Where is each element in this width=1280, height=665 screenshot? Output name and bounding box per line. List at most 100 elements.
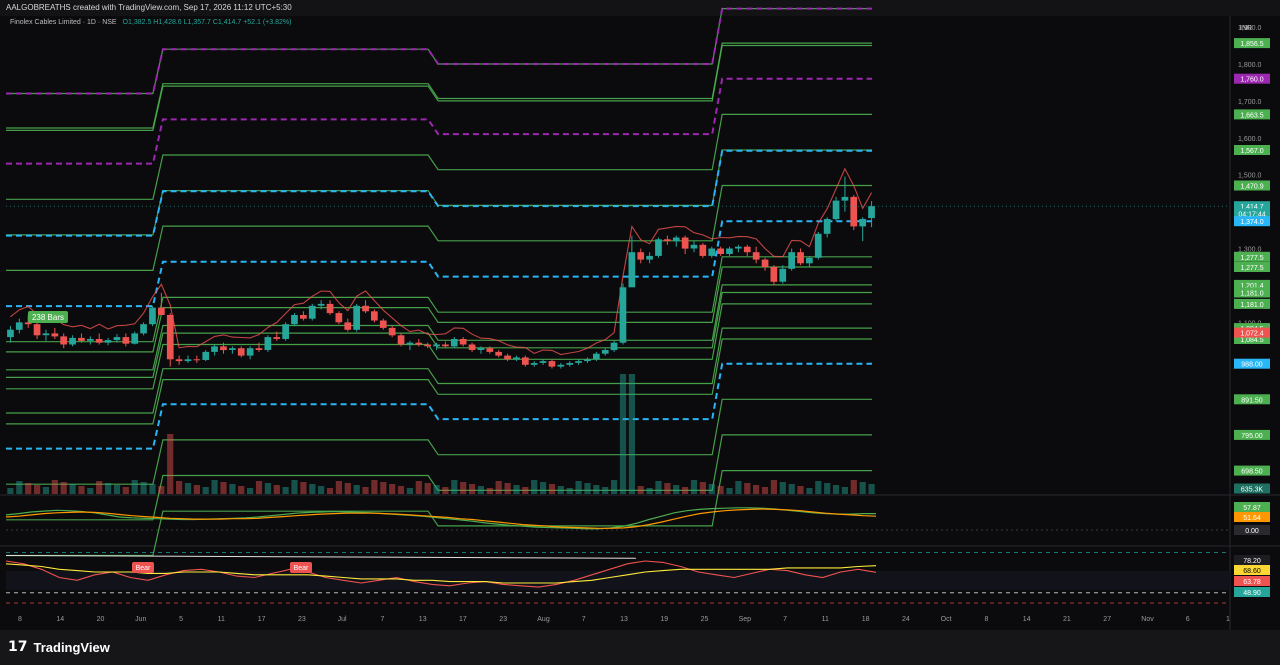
- candle-body: [273, 337, 281, 339]
- volume-bar: [451, 480, 458, 494]
- volume-bar: [442, 487, 449, 494]
- candle-body: [743, 246, 751, 253]
- volume-bar: [158, 486, 165, 494]
- time-tick-label: Aug: [537, 616, 550, 623]
- candle-body: [140, 324, 147, 334]
- candle-body: [264, 337, 272, 350]
- volume-bar: [566, 488, 573, 494]
- volume-bar: [557, 486, 564, 494]
- candle-body: [33, 324, 41, 336]
- candle-body: [246, 348, 254, 356]
- time-tick-label: Nov: [1141, 616, 1154, 623]
- volume-bar: [682, 487, 689, 494]
- price-tag-text: 1,374.0: [1240, 219, 1263, 226]
- volume-bar: [362, 487, 369, 494]
- volume-bar: [176, 481, 183, 494]
- volume-bar: [619, 374, 627, 494]
- rsi-reference-line: [5, 555, 637, 559]
- volume-bar: [611, 480, 618, 494]
- volume-bar: [300, 482, 307, 494]
- tv-logo-text: TradingView: [33, 639, 110, 655]
- volume-bar: [575, 481, 582, 494]
- volume-bar: [202, 487, 209, 494]
- candle-body: [735, 246, 742, 249]
- band-line-green: [6, 434, 872, 521]
- rsi-tag: 78.20: [1234, 555, 1270, 565]
- volume-bar: [664, 483, 671, 494]
- time-tick-label: 14: [56, 616, 64, 623]
- candle-body: [326, 303, 334, 314]
- candle-body: [610, 342, 618, 351]
- bear-marker: Bear: [290, 562, 312, 573]
- candle-body: [628, 252, 636, 288]
- volume-bar: [779, 482, 786, 494]
- chart-canvas[interactable]: 238 Bars1,900.01,800.01,700.01,600.01,50…: [0, 0, 1280, 630]
- time-tick-label: 5: [179, 616, 183, 623]
- volume-bar: [460, 482, 467, 494]
- volume-bar: [51, 480, 58, 494]
- candle-body: [717, 248, 724, 254]
- volume-bar: [273, 485, 280, 494]
- candle-body: [122, 337, 130, 344]
- candle-body: [575, 361, 582, 363]
- volume-bar: [25, 483, 32, 494]
- rsi-tag-text: 68.60: [1243, 568, 1261, 575]
- candle-body: [770, 267, 778, 282]
- price-tag-text: 1,277.5: [1240, 255, 1263, 262]
- candle-body: [646, 255, 653, 260]
- volume-bar: [335, 481, 342, 494]
- price-tag: 795.00: [1234, 429, 1270, 440]
- price-tag-text: 1,856.5: [1240, 41, 1263, 48]
- rsi-tag: 63.78: [1234, 576, 1270, 586]
- volume-bar: [247, 488, 254, 494]
- candle-body: [344, 322, 352, 330]
- band-line-green: [6, 303, 872, 390]
- price-tag: 1,181.0: [1234, 298, 1270, 309]
- volume-bar: [735, 481, 742, 494]
- rsi-tag-text: 78.20: [1243, 558, 1261, 565]
- candle-body: [752, 252, 760, 260]
- candle-body: [211, 346, 218, 352]
- bear-marker-text: Bear: [294, 565, 309, 572]
- volume-bar: [291, 480, 298, 494]
- rsi-tag-text: 63.78: [1243, 579, 1261, 586]
- candle-body: [7, 329, 14, 338]
- candle-body: [513, 357, 520, 360]
- volume-bar: [397, 486, 405, 494]
- candle-body: [442, 344, 449, 347]
- band-line-cyan: [6, 149, 872, 237]
- price-tag-text: 1,181.0: [1240, 302, 1263, 309]
- price-tag-text: 1,277.5: [1240, 265, 1263, 272]
- time-tick-label: 14: [1023, 616, 1031, 623]
- time-tick-label: Jul: [338, 616, 347, 623]
- candle-body: [300, 315, 307, 319]
- price-tag: 1,277.5: [1234, 262, 1270, 272]
- volume-bar: [699, 482, 706, 494]
- price-tag-text: 1,181.0: [1240, 291, 1263, 298]
- candle-body: [601, 350, 609, 354]
- tradingview-logo[interactable]: 17 TradingView: [8, 638, 110, 656]
- volume-bar: [406, 488, 413, 494]
- candle-body: [814, 233, 822, 258]
- candle-body: [104, 340, 112, 343]
- volume-bar: [788, 484, 795, 494]
- volume-bar: [761, 487, 769, 494]
- volume-bar: [131, 480, 138, 494]
- candle-body: [69, 337, 76, 345]
- band-line-green: [6, 284, 872, 371]
- volume-bar: [513, 485, 520, 494]
- time-tick-label: 1: [1226, 616, 1230, 623]
- symbol-title[interactable]: Finolex Cables Limited · 1D · NSE: [10, 19, 117, 26]
- candle-body: [255, 348, 263, 350]
- osc-tag-text: 0.00: [1245, 528, 1259, 535]
- candle-body: [113, 337, 121, 341]
- rsi-tag-text: 48.90: [1243, 590, 1261, 597]
- volume-bar: [726, 488, 733, 494]
- candle-body: [308, 305, 316, 319]
- price-tag-text: 1,567.0: [1240, 148, 1263, 155]
- volume-bar: [380, 482, 387, 494]
- volume-bar: [318, 486, 325, 494]
- candle-body: [619, 287, 627, 343]
- time-tick-label: 27: [1103, 616, 1111, 623]
- candle-body: [60, 336, 67, 345]
